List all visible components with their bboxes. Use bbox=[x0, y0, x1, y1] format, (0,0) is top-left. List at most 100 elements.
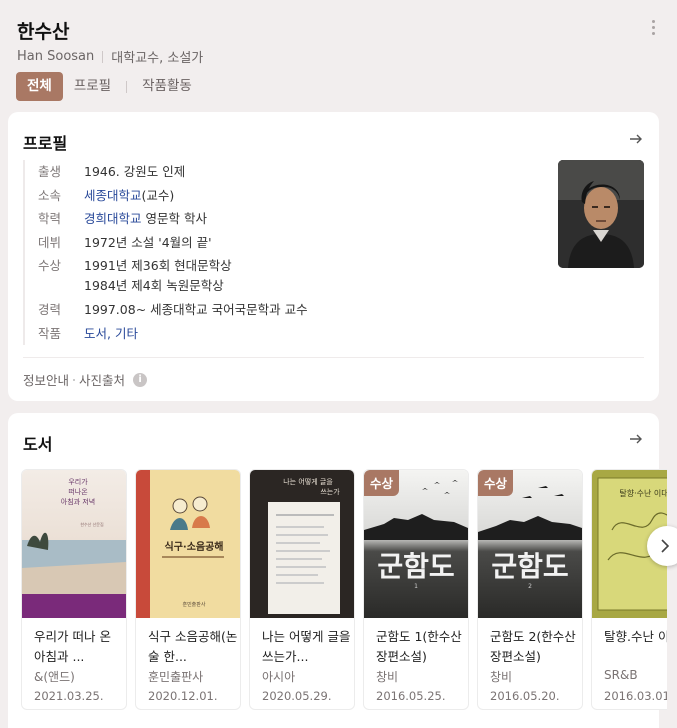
profile-row-birth: 출생 1946. 강원도 인제 bbox=[38, 160, 308, 184]
svg-text:훈민출판사: 훈민출판사 bbox=[182, 601, 205, 608]
info-guide-link[interactable]: 정보안내 bbox=[23, 370, 69, 389]
arrow-right-icon[interactable] bbox=[628, 131, 644, 147]
book-date: 2016.05.25. bbox=[376, 689, 446, 703]
row-value: 1972년 소설 '4월의 끝' bbox=[84, 234, 212, 250]
education-link[interactable]: 경희대학교 bbox=[84, 211, 142, 226]
award-item: 1984년 제4회 녹원문학상 bbox=[84, 278, 224, 293]
book-title: 탈향.수난 이대 bbox=[604, 629, 667, 644]
photo-source-link[interactable]: 사진출처 bbox=[79, 370, 125, 389]
info-icon[interactable]: i bbox=[133, 372, 148, 387]
book-item[interactable]: 나는 어떻게 글을 쓰는가 나는 어떻게 글을 쓰는가... 아시아 2020.… bbox=[249, 469, 355, 710]
row-label: 데뷔 bbox=[38, 234, 62, 250]
svg-text:군함도: 군함도 bbox=[377, 550, 454, 583]
works-link[interactable]: 도서, 기타 bbox=[84, 326, 138, 341]
svg-text:나는 어떻게 글을: 나는 어떻게 글을 bbox=[283, 477, 333, 486]
svg-text:식구·소음공해: 식구·소음공해 bbox=[165, 540, 224, 553]
chevron-right-icon bbox=[661, 539, 670, 553]
book-cover: 나는 어떻게 글을 쓰는가 bbox=[250, 470, 354, 618]
row-value: 경희대학교 영문학 학사 bbox=[84, 207, 207, 231]
book-title: 식구 소음공해(논술 한... bbox=[148, 629, 238, 664]
book-cover: 수상 bbox=[478, 470, 582, 618]
award-badge: 수상 bbox=[478, 470, 514, 496]
person-name-en: Han Soosan bbox=[17, 49, 95, 64]
profile-row-debut: 데뷔 1972년 소설 '4월의 끝' bbox=[38, 231, 308, 255]
profile-list: 출생 1946. 강원도 인제 소속 세종대학교(교수) 학력 경희대학교 영문… bbox=[23, 160, 308, 345]
book-publisher: 창비 bbox=[490, 670, 513, 684]
book-date: 2021.03.25. bbox=[34, 689, 104, 703]
book-item[interactable]: 수상 bbox=[477, 469, 583, 710]
row-label: 수상 bbox=[38, 258, 62, 273]
row-label: 경력 bbox=[38, 302, 62, 317]
book-publisher: &(앤드) bbox=[34, 670, 75, 684]
row-label: 출생 bbox=[38, 164, 62, 179]
row-label: 소속 bbox=[38, 187, 62, 203]
book-publisher: SR&B bbox=[604, 668, 638, 682]
person-subline: Han Soosan 대학교수, 소설가 bbox=[17, 47, 203, 66]
book-title: 나는 어떻게 글을 쓰는가... bbox=[262, 629, 351, 664]
svg-text:한수산 산문집: 한수산 산문집 bbox=[80, 521, 104, 527]
svg-text:탈향·수난 이대: 탈향·수난 이대 bbox=[619, 488, 667, 498]
divider bbox=[102, 50, 104, 63]
row-label: 학력 bbox=[38, 211, 62, 226]
affiliation-suffix: (교수) bbox=[141, 187, 175, 203]
profile-row-career: 경력 1997.08~ 세종대학교 국어국문학과 교수 bbox=[38, 298, 308, 322]
book-item[interactable]: 식구·소음공해 훈민출판사 식구 소음공해(논술 한... 훈민출판사 2020… bbox=[135, 469, 241, 710]
profile-card: 프로필 출생 1946. 강원도 인제 소속 세종대학교(교수) 학력 경희대학… bbox=[8, 112, 659, 401]
education-suffix: 영문학 학사 bbox=[141, 211, 207, 226]
profile-title: 프로필 bbox=[23, 134, 68, 153]
row-value: 1991년 제36회 현대문학상 1984년 제4회 녹원문학상 bbox=[84, 256, 232, 296]
row-value: 1997.08~ 세종대학교 국어국문학과 교수 bbox=[84, 302, 308, 317]
book-title: 우리가 떠나 온 아침과 ... bbox=[34, 629, 111, 664]
row-value: 도서, 기타 bbox=[84, 322, 138, 346]
tab-works[interactable]: 작품활동 bbox=[131, 72, 203, 101]
svg-text:군함도: 군함도 bbox=[491, 550, 568, 583]
profile-row-awards: 수상 1991년 제36회 현대문학상 1984년 제4회 녹원문학상 bbox=[38, 254, 308, 296]
svg-text:떠나온: 떠나온 bbox=[68, 487, 88, 496]
book-title: 군함도 1(한수산 장편소설) bbox=[376, 629, 462, 664]
tab-divider bbox=[126, 80, 128, 93]
book-cover: 수상 bbox=[364, 470, 468, 618]
books-title: 도서 bbox=[23, 435, 53, 454]
book-title: 군함도 2(한수산 장편소설) bbox=[490, 629, 576, 664]
book-cover: 식구·소음공해 훈민출판사 bbox=[136, 470, 240, 618]
tab-profile[interactable]: 프로필 bbox=[63, 72, 122, 101]
book-cover: 우리가 떠나온 아침과 저녁 한수산 산문집 bbox=[22, 470, 126, 618]
svg-text:2: 2 bbox=[528, 583, 532, 590]
book-publisher: 창비 bbox=[376, 670, 399, 684]
dot-separator bbox=[73, 378, 76, 381]
svg-text:우리가: 우리가 bbox=[68, 477, 88, 486]
books-card: 도서 우리가 떠나온 아침과 저녁 한수산 산문집 우리가 떠나 온 아침과 .… bbox=[8, 413, 667, 728]
book-item[interactable]: 우리가 떠나온 아침과 저녁 한수산 산문집 우리가 떠나 온 아침과 ... … bbox=[21, 469, 127, 710]
book-publisher: 훈민출판사 bbox=[148, 670, 204, 684]
book-item[interactable]: 탈향·수난 이대 탈향.수난 이대 SR&B 2016.03.01. bbox=[591, 469, 667, 710]
profile-row-affiliation: 소속 세종대학교(교수) bbox=[38, 184, 308, 208]
svg-text:아침과 저녁: 아침과 저녁 bbox=[61, 497, 95, 506]
tab-all[interactable]: 전체 bbox=[16, 72, 63, 101]
more-vertical-icon[interactable] bbox=[652, 20, 655, 38]
row-value: 세종대학교(교수) bbox=[84, 184, 174, 208]
section-divider bbox=[23, 357, 644, 358]
book-date: 2016.05.20. bbox=[490, 689, 560, 703]
award-badge: 수상 bbox=[364, 470, 400, 496]
tab-bar: 전체 프로필 작품활동 bbox=[16, 72, 203, 101]
arrow-right-icon[interactable] bbox=[628, 431, 644, 447]
profile-row-works: 작품 도서, 기타 bbox=[38, 322, 308, 346]
books-carousel: 우리가 떠나온 아침과 저녁 한수산 산문집 우리가 떠나 온 아침과 ... … bbox=[21, 469, 667, 714]
person-name: 한수산 bbox=[17, 21, 70, 43]
book-date: 2020.12.01. bbox=[148, 689, 218, 703]
award-item: 1991년 제36회 현대문학상 bbox=[84, 258, 232, 273]
book-item[interactable]: 수상 bbox=[363, 469, 469, 710]
book-date: 2020.05.29. bbox=[262, 689, 332, 703]
profile-photo[interactable] bbox=[558, 160, 644, 268]
profile-row-education: 학력 경희대학교 영문학 학사 bbox=[38, 207, 308, 231]
person-occupation: 대학교수, 소설가 bbox=[111, 51, 204, 66]
book-publisher: 아시아 bbox=[262, 670, 296, 684]
row-label: 작품 bbox=[38, 325, 62, 341]
info-footer: 정보안내 사진출처 i bbox=[23, 370, 148, 389]
book-date: 2016.03.01. bbox=[604, 689, 667, 703]
row-value: 1946. 강원도 인제 bbox=[84, 164, 186, 179]
affiliation-link[interactable]: 세종대학교 bbox=[84, 188, 142, 203]
person-header: 한수산 Han Soosan 대학교수, 소설가 전체 프로필 작품활동 bbox=[0, 0, 677, 112]
svg-text:1: 1 bbox=[414, 583, 418, 590]
svg-text:쓰는가: 쓰는가 bbox=[320, 487, 340, 496]
